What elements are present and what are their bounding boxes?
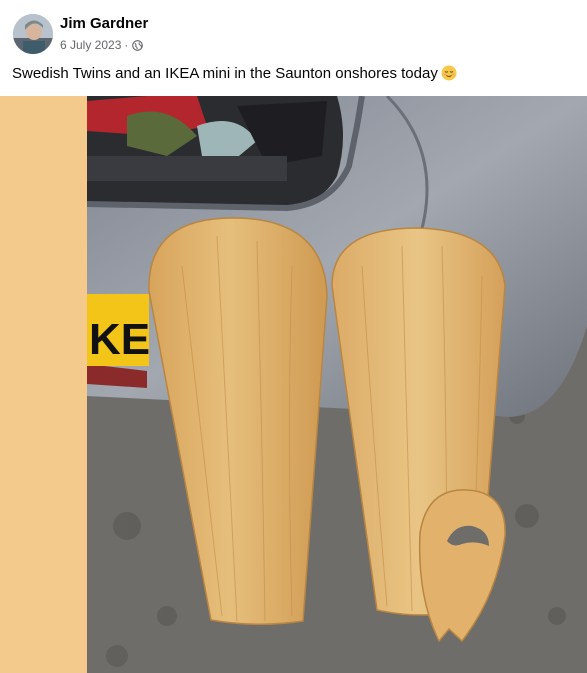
caption-text: Swedish Twins and an IKEA mini in the Sa…: [12, 65, 438, 82]
avatar[interactable]: [13, 14, 53, 54]
post-header: Jim Gardner 6 July 2023 · Swedish Twins …: [0, 0, 587, 96]
post-date[interactable]: 6 July 2023: [60, 38, 121, 52]
post-meta: 6 July 2023 ·: [60, 38, 144, 52]
meta-separator: ·: [124, 38, 129, 52]
globe-icon[interactable]: [132, 39, 144, 51]
post-caption: Swedish Twins and an IKEA mini in the Sa…: [12, 65, 457, 82]
post-photo[interactable]: KE: [87, 96, 587, 673]
author-name[interactable]: Jim Gardner: [60, 15, 148, 32]
number-plate-text: KE: [89, 315, 150, 364]
post-photo-container[interactable]: KE: [0, 96, 587, 673]
relieved-face-emoji: [441, 65, 457, 81]
